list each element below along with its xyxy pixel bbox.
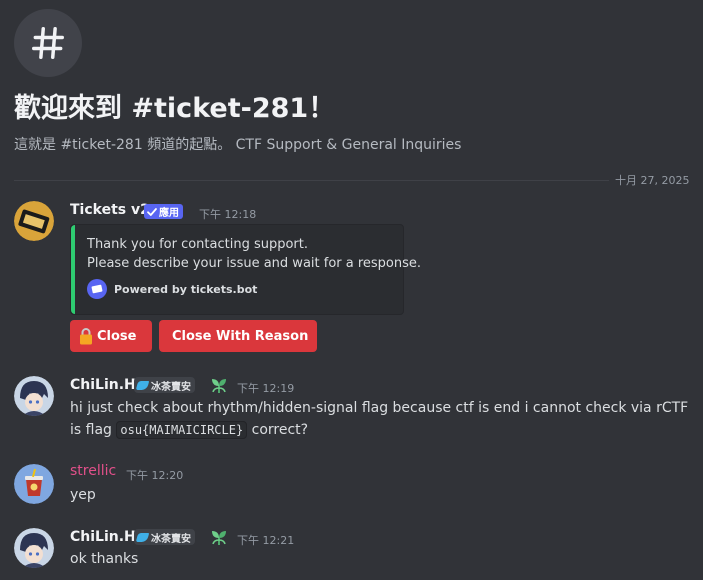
message-text: yep <box>70 487 96 503</box>
verified-check-icon <box>147 207 157 216</box>
date-divider-line <box>14 180 609 181</box>
server-tag-label: 冰茶賣安 <box>151 381 191 393</box>
embed-footer-text: Powered by tickets.bot <box>114 282 258 296</box>
embed-description-line: Thank you for contacting support. <box>87 237 308 252</box>
channel-hash-avatar <box>14 9 82 77</box>
message-timestamp[interactable]: 下午 12:21 <box>237 532 294 548</box>
tickets-bot-icon <box>87 279 107 299</box>
welcome-title: 歡迎來到 #ticket-281！ <box>14 93 336 124</box>
app-badge-label: 應用 <box>159 208 179 219</box>
tag-badge-icon <box>135 380 150 390</box>
chilin-avatar[interactable] <box>14 376 54 416</box>
close-button[interactable]: Close <box>70 320 152 352</box>
message-author[interactable]: strellic <box>70 463 116 479</box>
strellic-avatar[interactable] <box>14 464 54 504</box>
embed-description: Thank you for contacting support. Please… <box>87 235 421 273</box>
message-timestamp[interactable]: 下午 12:20 <box>126 467 183 483</box>
server-tag-label: 冰茶賣安 <box>151 533 191 545</box>
message-text: correct? <box>247 422 309 438</box>
hash-icon <box>32 27 64 59</box>
tickets-bot-avatar[interactable] <box>14 201 54 241</box>
embed-description-line: Please describe your issue and wait for … <box>87 256 422 271</box>
app-badge: 應用 <box>144 204 183 219</box>
welcome-subtitle: 這就是 #ticket-281 頻道的起點。 CTF Support & Gen… <box>14 137 462 153</box>
sprout-role-icon[interactable] <box>210 528 228 546</box>
message-timestamp[interactable]: 下午 12:19 <box>237 380 294 396</box>
close-with-reason-button-label: Close With Reason <box>172 328 309 344</box>
sprout-role-icon[interactable] <box>210 376 228 394</box>
message-text: ok thanks <box>70 551 139 567</box>
close-button-label: Close <box>97 328 137 344</box>
date-divider-label: 十月 27, 2025 <box>615 174 690 187</box>
close-with-reason-button[interactable]: Close With Reason <box>159 320 317 352</box>
message-embed: Thank you for contacting support. Please… <box>70 224 421 315</box>
lock-icon <box>80 328 92 345</box>
server-tag[interactable]: 冰茶賣安 <box>134 377 195 393</box>
message-author[interactable]: Tickets v2 <box>70 202 150 218</box>
embed-accent-bar <box>71 225 75 314</box>
chilin-avatar[interactable] <box>14 528 54 568</box>
server-tag[interactable]: 冰茶賣安 <box>134 529 195 545</box>
inline-code: osu{MAIMAICIRCLE} <box>116 421 248 439</box>
message-author[interactable]: ChiLin.H <box>70 377 136 393</box>
embed-footer: Powered by tickets.bot <box>87 279 257 299</box>
tag-badge-icon <box>135 532 150 542</box>
message-timestamp[interactable]: 下午 12:18 <box>199 206 256 222</box>
message-content: hi just check about rhythm/hidden-signal… <box>70 397 690 441</box>
message-author[interactable]: ChiLin.H <box>70 529 136 545</box>
